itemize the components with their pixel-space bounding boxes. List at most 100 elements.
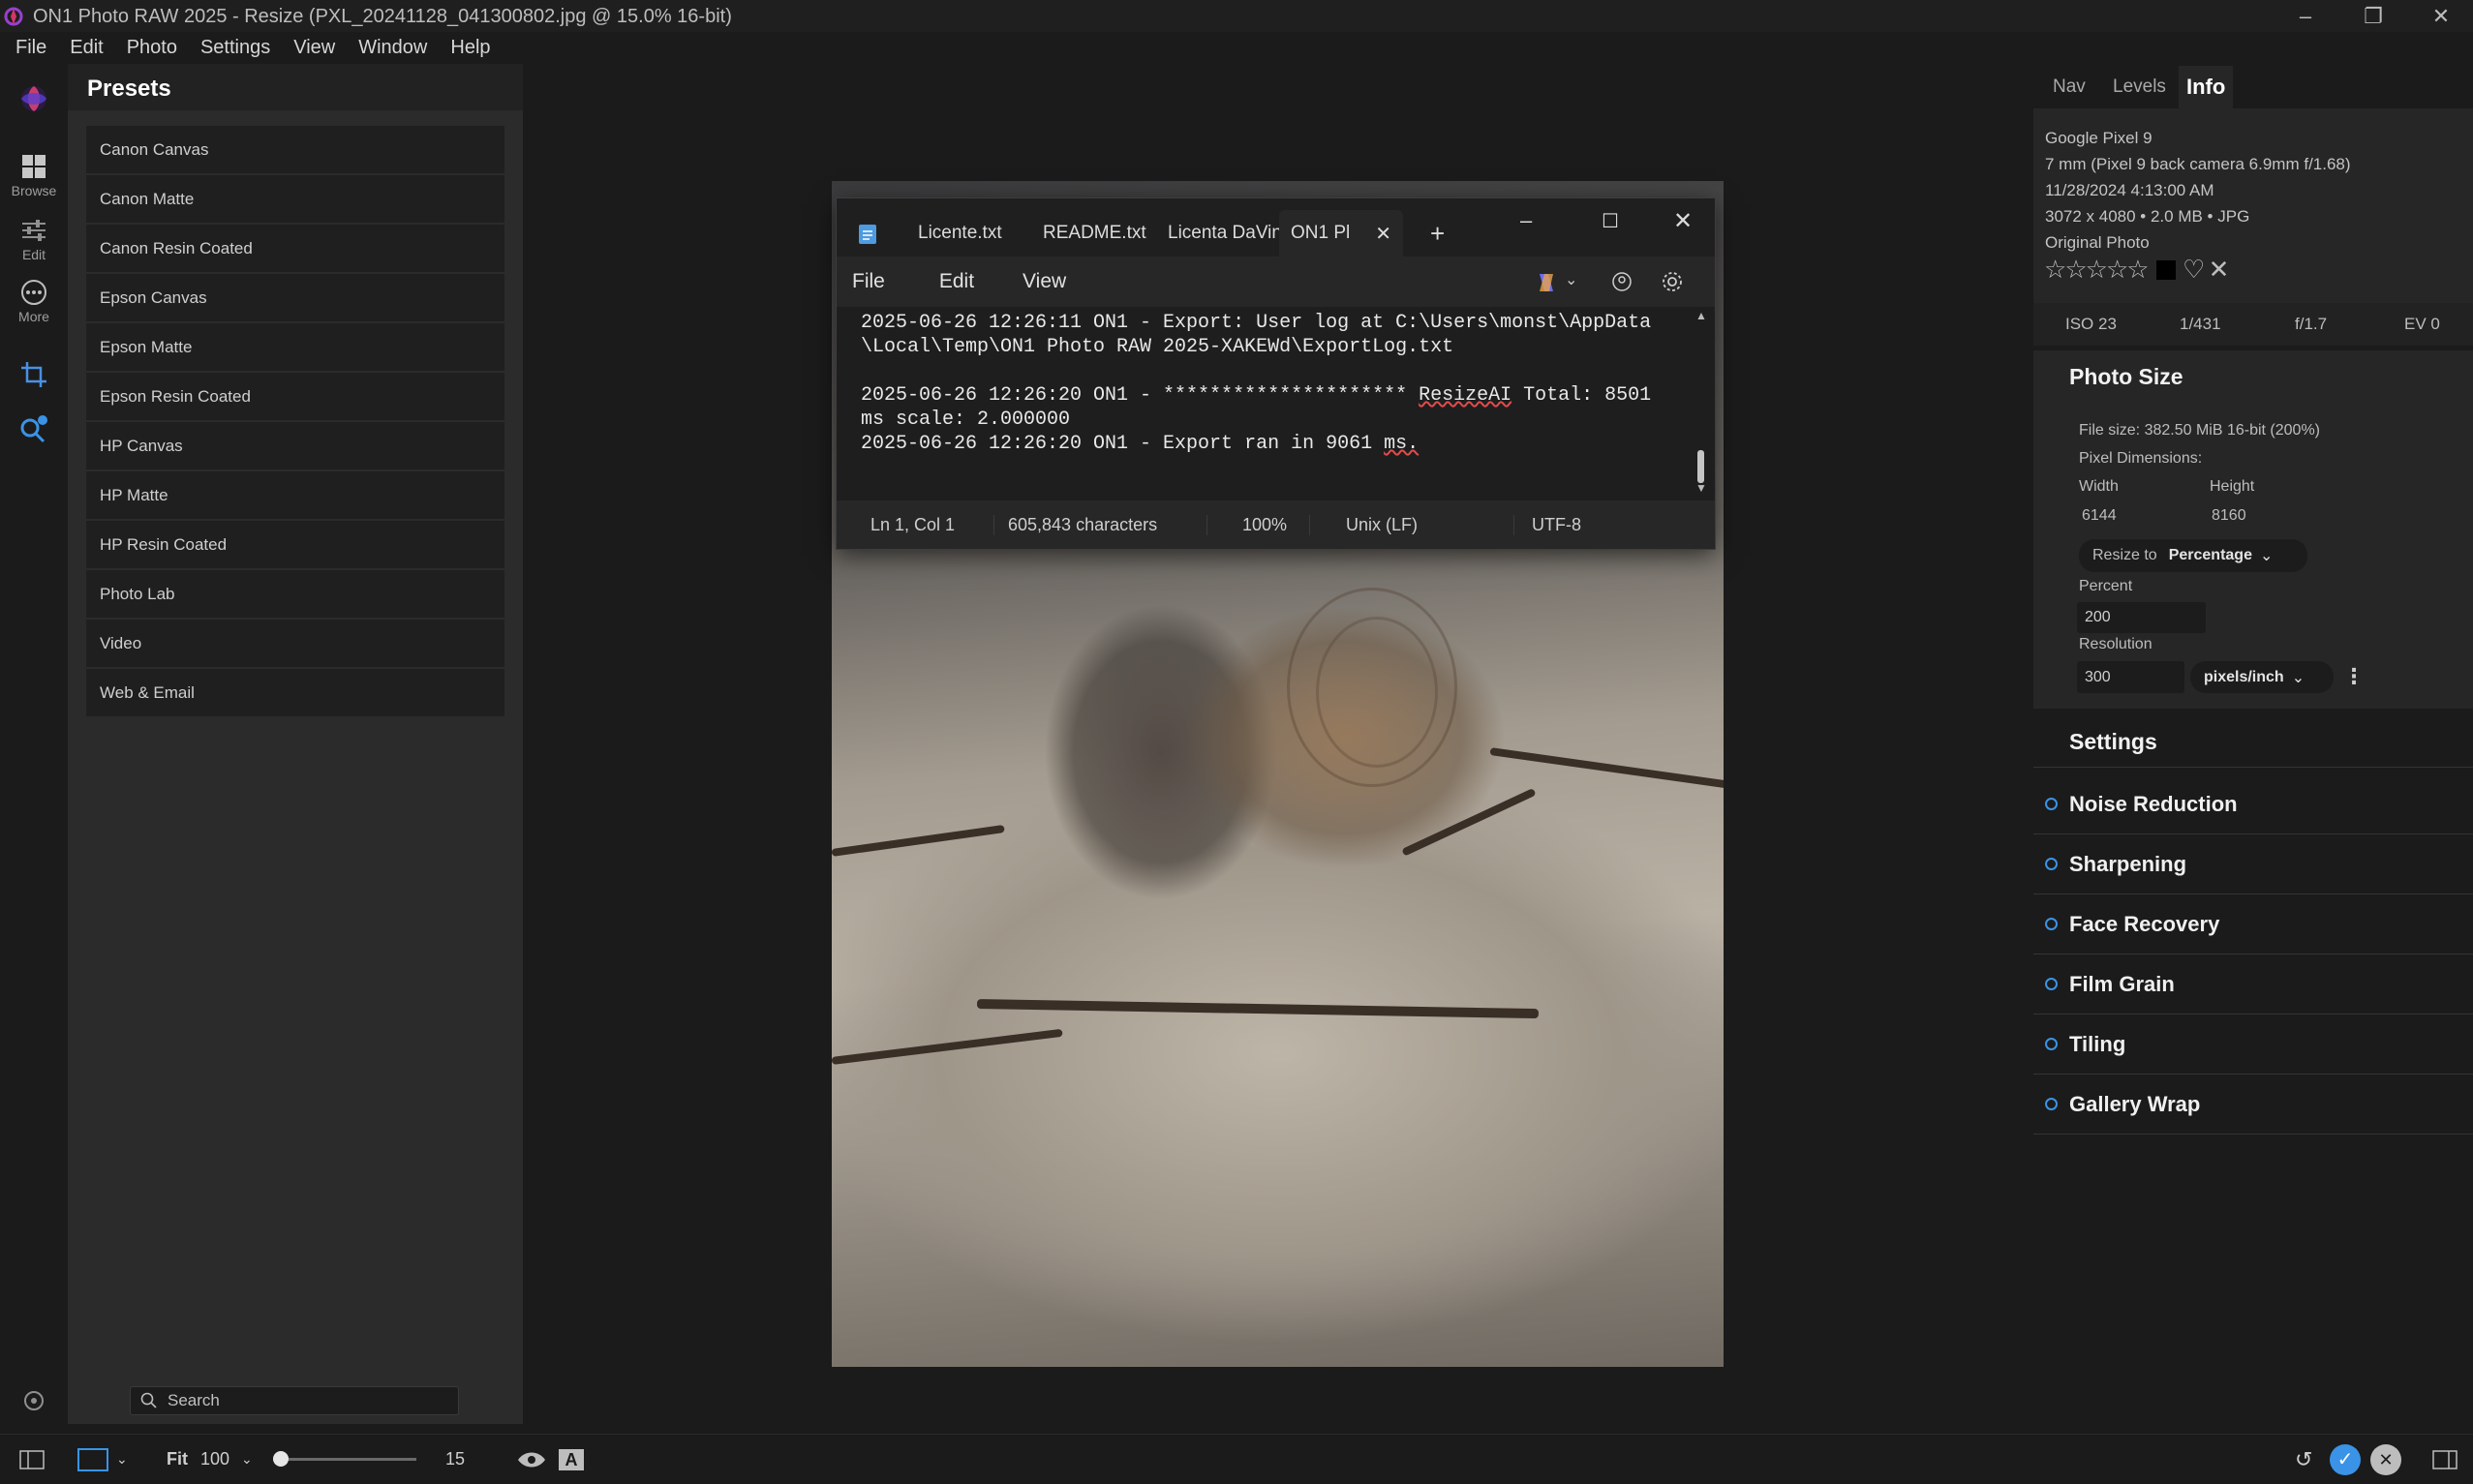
notepad-menu-file[interactable]: File [837, 270, 901, 293]
menu-view[interactable]: View [282, 37, 347, 59]
settings-gear-icon[interactable] [1661, 270, 1684, 293]
notepad-tab-active[interactable]: ON1 Pl ✕ [1279, 210, 1404, 257]
on1-logo-icon[interactable] [16, 81, 51, 116]
scroll-down-icon[interactable]: ▼ [1695, 481, 1707, 495]
zoom-select[interactable]: 100 ⌄ [200, 1435, 253, 1484]
restore-button[interactable]: ❐ [2343, 0, 2403, 32]
close-button[interactable]: ✕ [2411, 0, 2471, 32]
toggle-radio-icon[interactable] [2045, 918, 2058, 930]
chevron-down-icon[interactable]: ⌄ [1565, 270, 1577, 289]
menu-file[interactable]: File [0, 37, 58, 59]
setting-label: Tiling [2069, 1031, 2126, 1056]
heart-icon[interactable]: ♡ [2183, 255, 2205, 284]
preset-item[interactable]: Epson Resin Coated [86, 373, 504, 420]
toggle-radio-icon[interactable] [2045, 1038, 2058, 1050]
preset-item[interactable]: HP Matte [86, 471, 504, 519]
account-icon[interactable] [1611, 271, 1633, 292]
tab-info[interactable]: Info [2179, 66, 2234, 108]
preset-item[interactable]: Web & Email [86, 669, 504, 716]
setting-sharpening[interactable]: Sharpening [2033, 834, 2473, 894]
resolution-input[interactable]: 300 [2077, 661, 2184, 693]
preset-search-box[interactable] [130, 1386, 459, 1415]
resolution-unit-dropdown[interactable]: pixels/inch ⌄ [2190, 661, 2334, 693]
preset-search-input[interactable] [166, 1390, 450, 1411]
toggle-right-panel-button[interactable] [2432, 1435, 2458, 1484]
toggle-radio-icon[interactable] [2045, 1098, 2058, 1110]
toggle-left-panel-button[interactable] [19, 1435, 45, 1484]
star-rating[interactable]: ☆☆☆☆☆ ♡ ✕ [2044, 255, 2230, 285]
tab-nav[interactable]: Nav [2053, 66, 2086, 108]
preview-button[interactable] [517, 1435, 546, 1484]
notepad-scrollbar[interactable]: ▲ ▼ [1689, 307, 1715, 500]
menu-settings[interactable]: Settings [189, 37, 282, 59]
notepad-close-button[interactable]: ✕ [1673, 198, 1693, 243]
toggle-radio-icon[interactable] [2045, 978, 2058, 990]
tab-levels[interactable]: Levels [2113, 66, 2166, 108]
setting-face-recovery[interactable]: Face Recovery [2033, 894, 2473, 954]
star-icon[interactable]: ☆ [2106, 255, 2128, 284]
extensions-button[interactable] [0, 1386, 68, 1415]
percent-input[interactable]: 200 [2077, 602, 2206, 633]
resize-to-dropdown[interactable]: Resize to Percentage ⌄ [2079, 539, 2307, 572]
apply-button[interactable]: ✓ [2330, 1435, 2361, 1484]
star-icon[interactable]: ☆ [2086, 255, 2108, 284]
cancel-button[interactable]: ✕ [2370, 1435, 2401, 1484]
preset-item[interactable]: Canon Matte [86, 175, 504, 223]
menu-help[interactable]: Help [439, 37, 502, 59]
setting-film-grain[interactable]: Film Grain [2033, 954, 2473, 1015]
star-icon[interactable]: ☆ [2064, 255, 2087, 284]
notepad-tab[interactable]: Licente.txt [918, 210, 1002, 257]
notepad-tab[interactable]: README.txt [1043, 210, 1146, 257]
setting-noise-reduction[interactable]: Noise Reduction [2033, 774, 2473, 834]
extensions-icon [24, 1391, 44, 1410]
preset-item[interactable]: Canon Canvas [86, 126, 504, 173]
star-icon[interactable]: ☆ [2044, 255, 2066, 284]
text-overlay-button[interactable]: A [559, 1435, 584, 1484]
menu-window[interactable]: Window [347, 37, 439, 59]
notepad-text-area[interactable]: 2025-06-26 12:26:11 ON1 - Export: User l… [837, 307, 1689, 500]
notepad-minimize-button[interactable]: – [1520, 198, 1532, 243]
scroll-up-icon[interactable]: ▲ [1695, 309, 1707, 322]
view-mode-button[interactable]: ⌄ [77, 1435, 128, 1484]
cursor-position: Ln 1, Col 1 [837, 514, 994, 535]
preset-item[interactable]: Epson Canvas [86, 274, 504, 321]
edit-module-button[interactable]: Edit [0, 217, 68, 262]
resize-tool-button[interactable] [0, 414, 68, 445]
preset-item[interactable]: Photo Lab [86, 570, 504, 618]
scroll-thumb[interactable] [1697, 450, 1704, 483]
reset-button[interactable]: ↺ [2295, 1435, 2312, 1484]
notepad-window[interactable]: Licente.txt README.txt Licenta DaVin ON1… [836, 197, 1716, 550]
color-label-swatch[interactable] [2155, 260, 2176, 280]
toggle-radio-icon[interactable] [2045, 858, 2058, 870]
notepad-menu-view[interactable]: View [990, 270, 1082, 293]
setting-gallery-wrap[interactable]: Gallery Wrap [2033, 1075, 2473, 1135]
minimize-button[interactable]: – [2275, 0, 2336, 32]
settings-list: Noise Reduction Sharpening Face Recovery… [2033, 774, 2473, 1135]
toggle-radio-icon[interactable] [2045, 798, 2058, 810]
zoom-slider[interactable] [273, 1435, 416, 1484]
star-icon[interactable]: ☆ [2126, 255, 2149, 284]
crop-tool-button[interactable] [0, 360, 68, 389]
preset-item[interactable]: Video [86, 620, 504, 667]
zoom-value: 100 [200, 1449, 230, 1469]
more-module-button[interactable]: More [0, 279, 68, 324]
kebab-menu-icon[interactable]: ⋮ [2343, 664, 2365, 689]
copilot-icon[interactable] [1534, 270, 1559, 295]
menu-edit[interactable]: Edit [58, 37, 114, 59]
menu-photo[interactable]: Photo [115, 37, 189, 59]
reject-x-icon[interactable]: ✕ [2209, 255, 2230, 284]
preset-item[interactable]: Canon Resin Coated [86, 225, 504, 272]
log-line: 2025-06-26 12:26:20 ON1 - **************… [861, 384, 1420, 407]
preset-item[interactable]: Epson Matte [86, 323, 504, 371]
new-tab-button[interactable]: + [1430, 210, 1445, 257]
setting-tiling[interactable]: Tiling [2033, 1015, 2473, 1075]
preset-item[interactable]: HP Resin Coated [86, 521, 504, 568]
notepad-menu-edit[interactable]: Edit [901, 270, 990, 293]
tab-close-icon[interactable]: ✕ [1375, 222, 1391, 246]
zoom-slider-thumb[interactable] [273, 1451, 289, 1467]
browse-module-button[interactable]: Browse [0, 153, 68, 198]
preset-item[interactable]: HP Canvas [86, 422, 504, 469]
notepad-maximize-button[interactable]: ☐ [1602, 198, 1619, 243]
fit-button[interactable]: Fit [167, 1435, 188, 1484]
notepad-tab[interactable]: Licenta DaVin [1168, 210, 1282, 257]
